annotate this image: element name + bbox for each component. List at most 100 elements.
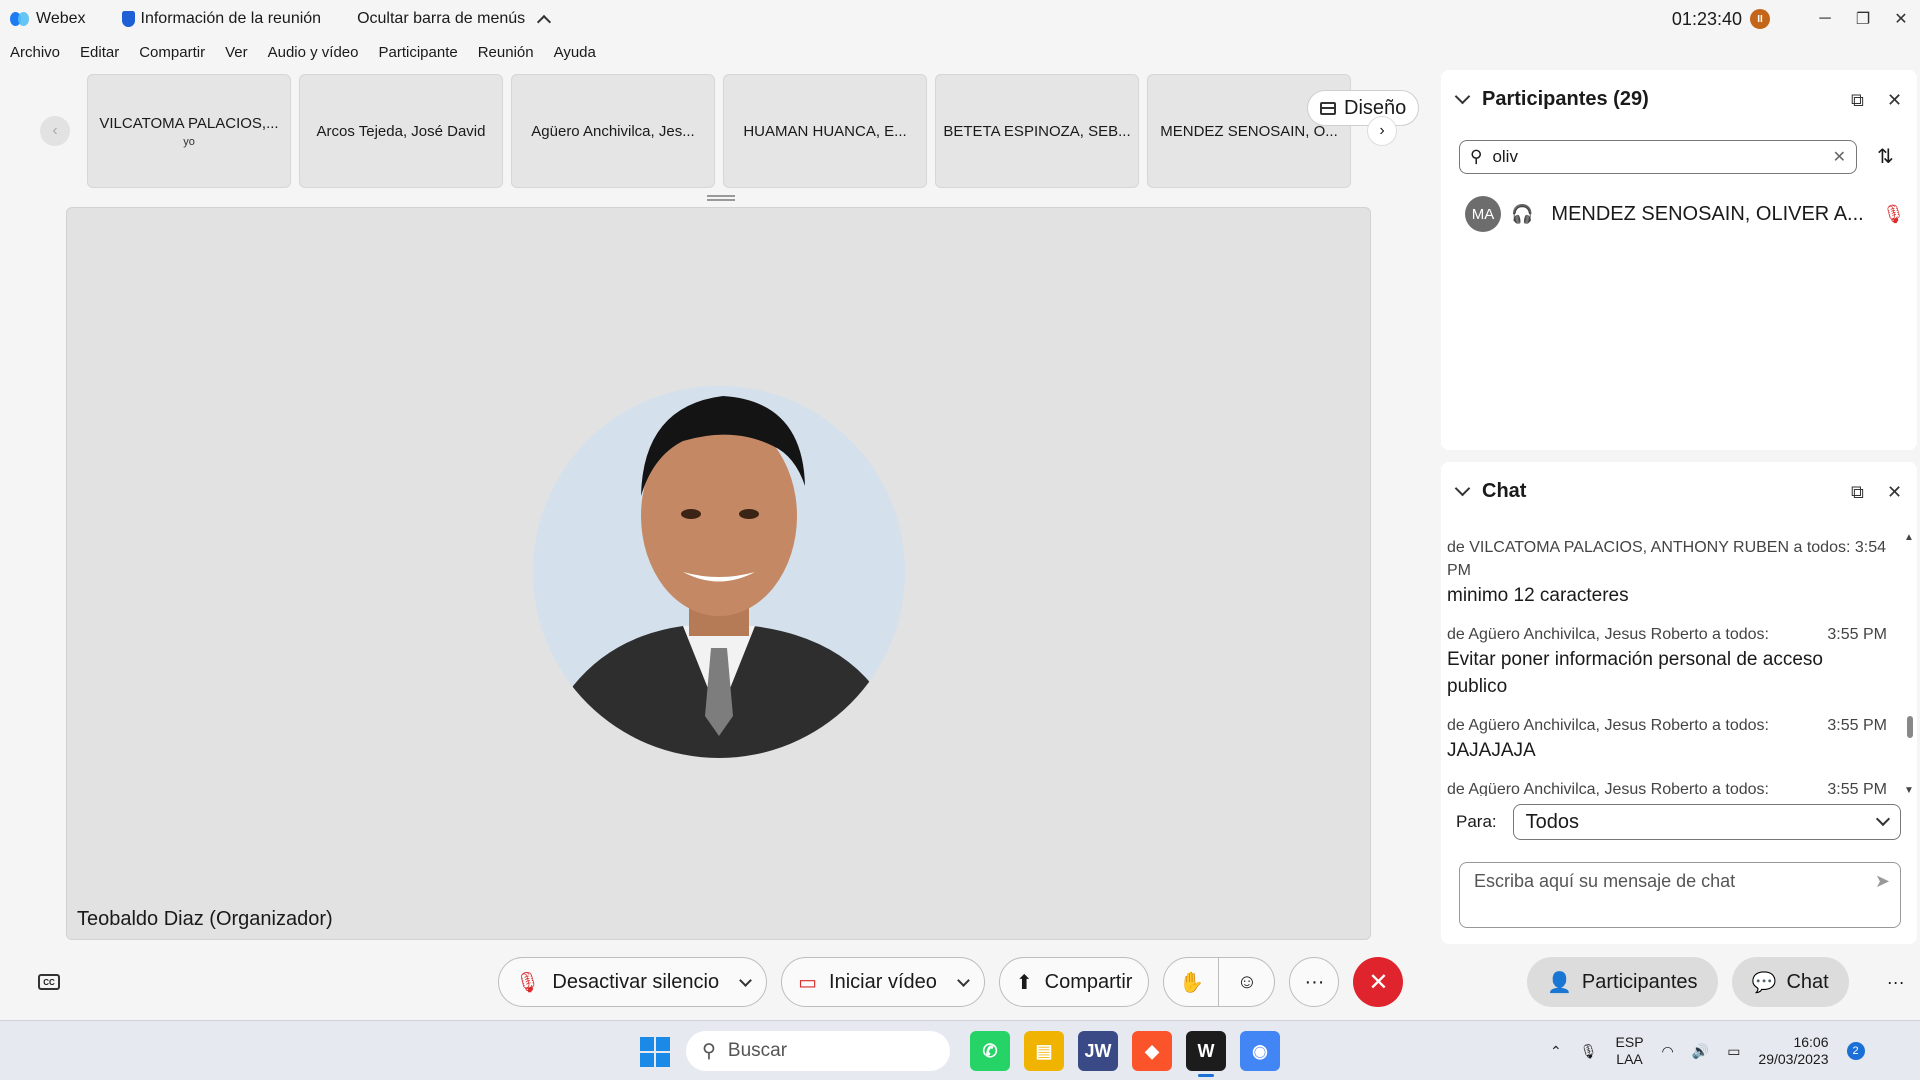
jw-library-icon[interactable]: JW — [1078, 1031, 1118, 1071]
thumbnail-tile[interactable]: BETETA ESPINOZA, SEB... — [935, 74, 1139, 188]
thumbnail-tile[interactable]: Agüero Anchivilca, Jes... — [511, 74, 715, 188]
chevron-up-icon[interactable]: ⌃ — [1550, 1043, 1562, 1060]
menu-editar[interactable]: Editar — [80, 44, 119, 68]
taskbar-apps: ✆ ▤ JW ◆ W ◉ — [970, 1031, 1280, 1077]
scroll-thumb[interactable] — [1907, 716, 1913, 738]
unmute-button[interactable]: 🎙 Desactivar silencio — [498, 957, 768, 1007]
share-button[interactable]: ⬆ Compartir — [998, 957, 1150, 1007]
close-icon[interactable]: ✕ — [1887, 482, 1902, 503]
hide-menu-label: Ocultar barra de menús — [357, 10, 526, 27]
app-name: Webex — [36, 10, 86, 27]
thumbnail-tile[interactable]: HUAMAN HUANCA, E... — [723, 74, 927, 188]
participant-row[interactable]: MA 🎧 MENDEZ SENOSAIN, OLIVER A... 🎙 — [1465, 196, 1905, 232]
send-icon[interactable]: ➤ — [1875, 871, 1890, 892]
app-title: Webex — [10, 10, 86, 28]
panel-toggles: 👤 Participantes 💬 Chat ··· — [1527, 957, 1905, 1007]
headset-icon: 🎧 — [1511, 203, 1534, 224]
chevron-down-icon[interactable] — [1454, 480, 1471, 497]
scroll-up-icon[interactable]: ▲ — [1903, 532, 1915, 543]
participants-panel: Participantes (29) ⧉ ✕ ⚲ oliv ✕ ⇅ MA 🎧 M… — [1441, 70, 1917, 450]
brave-icon[interactable]: ◆ — [1132, 1031, 1172, 1071]
chat-sender: de Agüero Anchivilca, Jesus Roberto a to… — [1447, 781, 1769, 796]
chat-title: Chat — [1482, 480, 1527, 502]
chat-message-input[interactable]: Escriba aquí su mensaje de chat ➤ — [1459, 862, 1901, 928]
chevron-down-icon[interactable] — [957, 973, 970, 987]
raise-hand-icon[interactable]: ✋ — [1163, 957, 1220, 1007]
unmute-label: Desactivar silencio — [552, 970, 720, 993]
recipient-select[interactable]: Todos — [1512, 804, 1901, 840]
taskbar-date: 29/03/2023 — [1758, 1051, 1829, 1067]
language-indicator[interactable]: ESP LAA — [1616, 1034, 1644, 1068]
chat-sender: de VILCATOMA PALACIOS, ANTHONY RUBEN a t… — [1447, 539, 1851, 556]
battery-icon[interactable]: ▭ — [1727, 1043, 1740, 1060]
more-panels-button[interactable]: ··· — [1887, 972, 1905, 993]
lang-top: ESP — [1615, 1034, 1644, 1050]
thumbnail-tile[interactable]: VILCATOMA PALACIOS,... yo — [87, 74, 291, 188]
taskbar-search[interactable]: ⚲ Buscar — [686, 1031, 950, 1071]
chat-header[interactable]: Chat — [1454, 480, 1527, 503]
participants-header[interactable]: Participantes (29) — [1454, 88, 1649, 111]
reactions-icon[interactable]: ☺ — [1219, 957, 1276, 1007]
layout-label: Diseño — [1344, 96, 1407, 119]
hide-menu-button[interactable]: Ocultar barra de menús — [357, 10, 552, 29]
taskbar-time: 16:06 — [1793, 1034, 1829, 1050]
system-tray: ⌃ 🎙 ESP LAA ◠ 🔊 ▭ 16:06 29/03/2023 2 — [1550, 1031, 1865, 1071]
chat-scrollbar[interactable]: ▲ ▼ — [1903, 532, 1915, 796]
restore-button[interactable]: ❐ — [1844, 0, 1882, 38]
whatsapp-icon[interactable]: ✆ — [970, 1031, 1010, 1071]
closed-captions-button[interactable]: CC — [38, 974, 60, 990]
chrome-icon[interactable]: ◉ — [1240, 1031, 1280, 1071]
minimize-button[interactable]: ─ — [1806, 0, 1844, 38]
chat-text: JAJAJAJA — [1447, 740, 1536, 761]
menu-ayuda[interactable]: Ayuda — [554, 44, 596, 68]
participant-name: MENDEZ SENOSAIN, OLIVER A... — [1551, 202, 1864, 225]
close-window-button[interactable]: ✕ — [1882, 0, 1920, 38]
menu-compartir[interactable]: Compartir — [139, 44, 205, 68]
menu-participante[interactable]: Participante — [379, 44, 458, 68]
menu-reunion[interactable]: Reunión — [478, 44, 534, 68]
search-icon: ⚲ — [1470, 147, 1483, 166]
scroll-down-icon[interactable]: ▼ — [1903, 785, 1915, 796]
participant-strip: ‹ VILCATOMA PALACIOS,... yo Arcos Tejeda… — [40, 74, 1420, 190]
close-icon[interactable]: ✕ — [1887, 90, 1902, 111]
pop-out-icon[interactable]: ⧉ — [1851, 482, 1864, 503]
volume-icon[interactable]: 🔊 — [1692, 1043, 1709, 1060]
participants-toggle-button[interactable]: 👤 Participantes — [1527, 957, 1718, 1007]
clear-search-icon[interactable]: ✕ — [1833, 147, 1846, 167]
chevron-down-icon[interactable] — [1454, 88, 1471, 105]
mic-muted-icon[interactable]: 🎙 — [1882, 204, 1905, 225]
webex-icon[interactable]: W — [1186, 1031, 1226, 1077]
stage-participant-name: Teobaldo Diaz (Organizador) — [77, 908, 333, 930]
pop-out-icon[interactable]: ⧉ — [1851, 90, 1864, 111]
meeting-info-button[interactable]: Información de la reunión — [121, 10, 321, 28]
recipient-value: Todos — [1525, 810, 1580, 833]
chevron-down-icon[interactable] — [739, 973, 752, 987]
start-video-button[interactable]: ▭ Iniciar vídeo — [781, 957, 985, 1007]
mic-muted-icon[interactable]: 🎙 — [1580, 1043, 1598, 1060]
leave-meeting-button[interactable]: ✕ — [1353, 957, 1404, 1007]
chat-text: Evitar poner información personal de acc… — [1447, 649, 1823, 697]
windows-start-icon[interactable] — [640, 1037, 670, 1067]
participant-search-input[interactable]: ⚲ oliv ✕ — [1459, 140, 1857, 174]
meeting-controls: 🎙 Desactivar silencio ▭ Iniciar vídeo ⬆ … — [498, 957, 1404, 1007]
search-icon: ⚲ — [702, 1040, 716, 1062]
file-explorer-icon[interactable]: ▤ — [1024, 1031, 1064, 1071]
pause-icon[interactable]: II — [1750, 9, 1770, 29]
menu-ver[interactable]: Ver — [225, 44, 248, 68]
search-value: oliv — [1492, 147, 1518, 166]
chevron-left-icon[interactable]: ‹ — [40, 116, 70, 146]
menu-archivo[interactable]: Archivo — [10, 44, 60, 68]
chat-toggle-button[interactable]: 💬 Chat — [1731, 957, 1849, 1007]
more-options-button[interactable]: ··· — [1289, 957, 1340, 1007]
resize-handle[interactable] — [707, 195, 735, 201]
chat-sender: de Agüero Anchivilca, Jesus Roberto a to… — [1447, 626, 1769, 643]
layout-button[interactable]: Diseño — [1307, 90, 1420, 126]
notification-badge[interactable]: 2 — [1846, 1042, 1865, 1060]
wifi-icon[interactable]: ◠ — [1662, 1043, 1674, 1060]
chevron-right-icon[interactable]: › — [1367, 116, 1397, 146]
thumbnail-tile[interactable]: Arcos Tejeda, José David — [299, 74, 503, 188]
sort-icon[interactable]: ⇅ — [1877, 144, 1894, 169]
organizer-avatar — [533, 386, 905, 758]
menu-audio-video[interactable]: Audio y vídeo — [268, 44, 359, 68]
clock-widget[interactable]: 16:06 29/03/2023 — [1758, 1034, 1828, 1068]
